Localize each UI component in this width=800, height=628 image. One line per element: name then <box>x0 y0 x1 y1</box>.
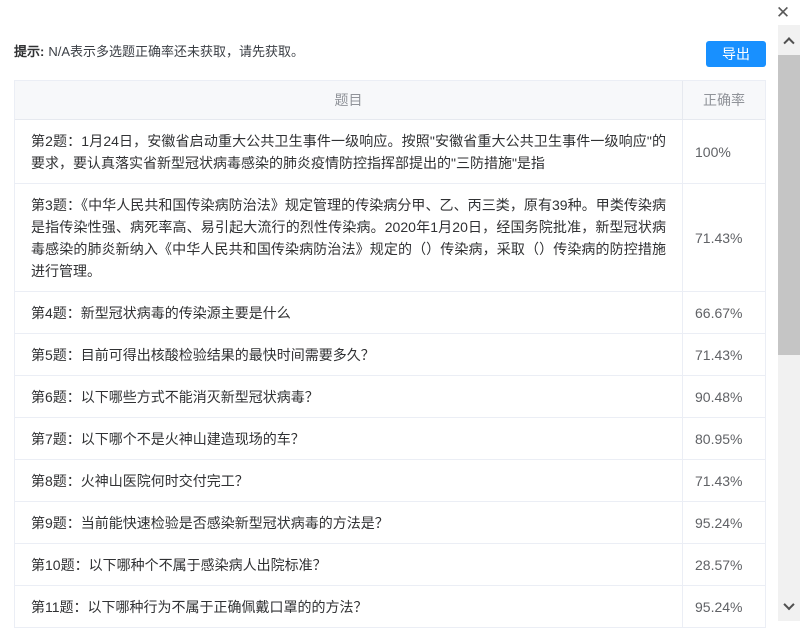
table-row: 第4题：新型冠状病毒的传染源主要是什么66.67% <box>15 292 765 334</box>
table-row: 第5题：目前可得出核酸检验结果的最快时间需要多久？71.43% <box>15 334 765 376</box>
chevron-up-icon <box>783 37 794 48</box>
question-cell: 第6题：以下哪些方式不能消灭新型冠状病毒？ <box>15 376 683 417</box>
table-row: 第6题：以下哪些方式不能消灭新型冠状病毒？90.48% <box>15 376 765 418</box>
hint-message: N/A表示多选题正确率还未获取，请先获取。 <box>48 44 304 59</box>
table-row: 第11题：以下哪种行为不属于正确佩戴口罩的的方法？95.24% <box>15 586 765 628</box>
scrollbar-thumb[interactable] <box>778 55 800 355</box>
question-cell: 第7题：以下哪个不是火神山建造现场的车？ <box>15 418 683 459</box>
table-row: 第3题：《中华人民共和国传染病防治法》规定管理的传染病分甲、乙、丙三类，原有39… <box>15 184 765 292</box>
column-header-rate: 正确率 <box>683 81 765 119</box>
table-row: 第7题：以下哪个不是火神山建造现场的车？80.95% <box>15 418 765 460</box>
table-row: 第8题：火神山医院何时交付完工？71.43% <box>15 460 765 502</box>
dialog-toolbar: 提示: N/A表示多选题正确率还未获取，请先获取。 导出 <box>14 38 766 68</box>
rate-cell: 71.43% <box>683 460 765 501</box>
hint-text: 提示: N/A表示多选题正确率还未获取，请先获取。 <box>14 41 304 60</box>
question-cell: 第9题：当前能快速检验是否感染新型冠状病毒的方法是？ <box>15 502 683 543</box>
table-row: 第2题：1月24日，安徽省启动重大公共卫生事件一级响应。按照"安徽省重大公共卫生… <box>15 120 765 184</box>
rate-cell: 71.43% <box>683 334 765 375</box>
rate-cell: 66.67% <box>683 292 765 333</box>
rate-cell: 80.95% <box>683 418 765 459</box>
table-row: 第9题：当前能快速检验是否感染新型冠状病毒的方法是？95.24% <box>15 502 765 544</box>
hint-label: 提示: <box>14 44 44 59</box>
scroll-down-button[interactable] <box>778 591 800 621</box>
rate-cell: 95.24% <box>683 502 765 543</box>
question-cell: 第5题：目前可得出核酸检验结果的最快时间需要多久？ <box>15 334 683 375</box>
question-cell: 第8题：火神山医院何时交付完工？ <box>15 460 683 501</box>
chevron-down-icon <box>783 599 794 610</box>
table-body: 第2题：1月24日，安徽省启动重大公共卫生事件一级响应。按照"安徽省重大公共卫生… <box>15 120 765 628</box>
vertical-scrollbar <box>778 25 800 621</box>
rate-cell: 90.48% <box>683 376 765 417</box>
scroll-up-button[interactable] <box>778 25 800 55</box>
rate-cell: 100% <box>683 120 765 183</box>
table-header-row: 题目 正确率 <box>15 81 765 120</box>
close-icon[interactable]: ✕ <box>772 2 794 24</box>
questions-table: 题目 正确率 第2题：1月24日，安徽省启动重大公共卫生事件一级响应。按照"安徽… <box>14 80 766 628</box>
rate-cell: 71.43% <box>683 184 765 291</box>
export-button[interactable]: 导出 <box>706 41 766 67</box>
rate-cell: 28.57% <box>683 544 765 585</box>
question-cell: 第3题：《中华人民共和国传染病防治法》规定管理的传染病分甲、乙、丙三类，原有39… <box>15 184 683 291</box>
question-cell: 第2题：1月24日，安徽省启动重大公共卫生事件一级响应。按照"安徽省重大公共卫生… <box>15 120 683 183</box>
table-row: 第10题：以下哪种个不属于感染病人出院标准？28.57% <box>15 544 765 586</box>
question-cell: 第4题：新型冠状病毒的传染源主要是什么 <box>15 292 683 333</box>
question-cell: 第10题：以下哪种个不属于感染病人出院标准？ <box>15 544 683 585</box>
column-header-question: 题目 <box>15 81 683 119</box>
